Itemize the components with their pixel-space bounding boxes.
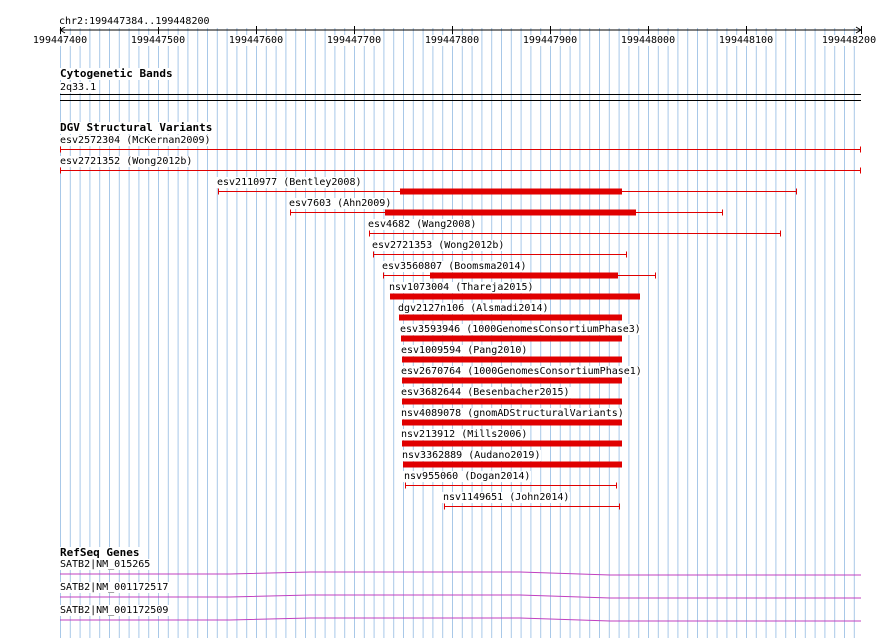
refseq-gene-label[interactable]: SATB2|NM_001172517 xyxy=(59,582,170,593)
dgv-variant-label[interactable]: dgv2127n106 (Alsmadi2014) xyxy=(397,303,550,314)
dgv-variant-label[interactable]: esv2721353 (Wong2012b) xyxy=(371,240,506,251)
ruler-tick-label: 199448000 xyxy=(620,35,676,46)
ruler-tick-label: 199447600 xyxy=(228,35,284,46)
region-coordinates: chr2:199447384..199448200 xyxy=(59,16,210,27)
refseq-gene-label[interactable]: SATB2|NM_015265 xyxy=(59,559,152,570)
dgv-variant-label[interactable]: nsv4089078 (gnomADStructuralVariants) xyxy=(400,408,625,419)
dgv-variant-label[interactable]: esv3682644 (Besenbacher2015) xyxy=(400,387,571,398)
dgv-variant-label[interactable]: esv2721352 (Wong2012b) xyxy=(59,156,194,167)
ruler-tick-label: 199447500 xyxy=(130,35,186,46)
refseq-track-title: RefSeq Genes xyxy=(59,546,141,559)
dgv-variant-label[interactable]: esv4682 (Wang2008) xyxy=(367,219,478,230)
ruler-tick-label: 199448200 xyxy=(821,35,877,46)
dgv-variant-label[interactable]: nsv955060 (Dogan2014) xyxy=(403,471,532,482)
refseq-gene-feature[interactable] xyxy=(60,617,861,622)
refseq-gene-features xyxy=(60,571,861,622)
dgv-variant-label[interactable]: esv7603 (Ahn2009) xyxy=(288,198,393,209)
dgv-variant-label[interactable]: esv2572304 (McKernan2009) xyxy=(59,135,212,146)
ruler-tick-label: 199447800 xyxy=(424,35,480,46)
ruler-tick-label: 199447900 xyxy=(522,35,578,46)
ruler-tick-label: 199448100 xyxy=(718,35,774,46)
dgv-variant-label[interactable]: esv1009594 (Pang2010) xyxy=(400,345,529,356)
cytogenetic-bands-title: Cytogenetic Bands xyxy=(59,67,174,80)
refseq-gene-feature[interactable] xyxy=(60,594,861,599)
refseq-gene-label[interactable]: SATB2|NM_001172509 xyxy=(59,605,170,616)
ruler-tick-label: 199447700 xyxy=(326,35,382,46)
dgv-variant-label[interactable]: nsv1073004 (Thareja2015) xyxy=(388,282,535,293)
dgv-variant-label[interactable]: nsv1149651 (John2014) xyxy=(442,492,571,503)
dgv-variant-label[interactable]: esv3593946 (1000GenomesConsortiumPhase3) xyxy=(399,324,642,335)
cytoband-label[interactable]: 2q33.1 xyxy=(59,82,98,93)
refseq-gene-feature[interactable] xyxy=(60,571,861,576)
dgv-variant-label[interactable]: esv2110977 (Bentley2008) xyxy=(216,177,363,188)
dgv-variant-label[interactable]: esv2670764 (1000GenomesConsortiumPhase1) xyxy=(400,366,643,377)
ruler-tick-label: 199447400 xyxy=(32,35,88,46)
dgv-variant-label[interactable]: nsv3362889 (Audano2019) xyxy=(401,450,542,461)
dgv-variant-label[interactable]: nsv213912 (Mills2006) xyxy=(400,429,529,440)
dgv-variant-label[interactable]: esv3560807 (Boomsma2014) xyxy=(381,261,528,272)
dgv-track-title: DGV Structural Variants xyxy=(59,121,214,134)
